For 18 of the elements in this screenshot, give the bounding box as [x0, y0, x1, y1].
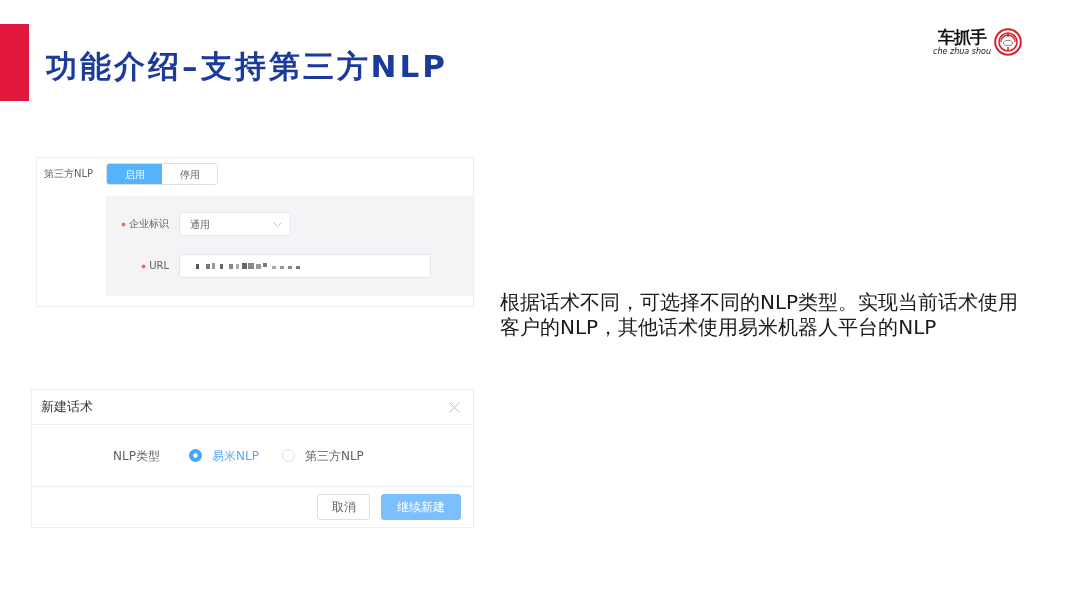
logo-subtitle: che zhua shou [933, 47, 991, 56]
cancel-button[interactable]: 取消 [317, 494, 370, 520]
field-label: 企业标识 [129, 217, 169, 231]
logo-wordmark: 车抓手 [938, 28, 987, 47]
field-label: NLP类型 [113, 447, 161, 465]
input-field[interactable] [179, 254, 431, 278]
radio-icon[interactable] [189, 449, 202, 462]
select-field[interactable]: 通用 [179, 212, 291, 236]
field-label: URL [149, 259, 169, 273]
description-text: 根据话术不同，可选择不同的NLP类型。实现当前话术使用客户的NLP，其他话术使用易米机器人平台的NLP [500, 290, 1020, 340]
setting-label: 第三方NLP [43, 167, 95, 181]
chevron-down-icon [273, 221, 282, 227]
circular-emblem-icon [994, 28, 1022, 56]
slide-title: 功能介绍–支持第三方NLP [46, 47, 448, 86]
close-icon[interactable] [449, 401, 460, 413]
radio-option[interactable]: 第三方NLP [281, 446, 364, 465]
dialog-title: 新建话术 [41, 398, 93, 417]
radio-icon[interactable] [281, 449, 295, 462]
